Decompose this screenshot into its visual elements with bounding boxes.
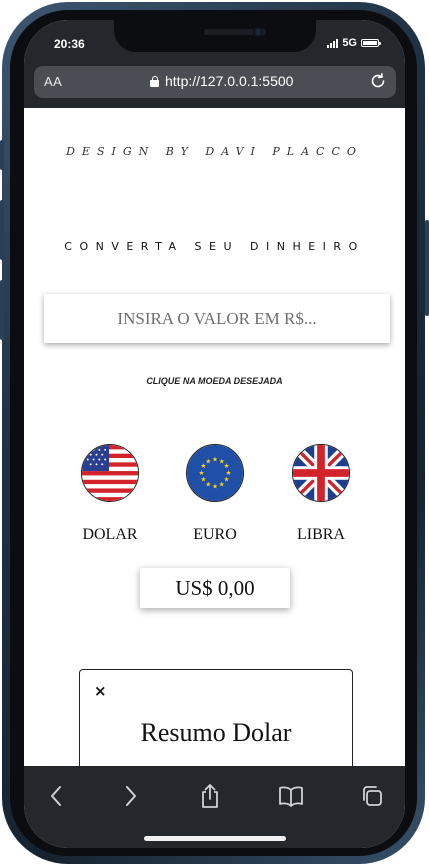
address-bar[interactable]: AA http://127.0.0.1:5500 — [34, 66, 396, 98]
web-page: DESIGN BY DAVI PLACCO CONVERTA SEU DINHE… — [24, 108, 405, 766]
url-text: http://127.0.0.1:5500 — [165, 73, 294, 89]
conversion-result: US$ 0,00 — [140, 568, 290, 608]
close-icon[interactable]: × — [94, 682, 107, 700]
battery-icon — [361, 39, 381, 47]
amount-input[interactable] — [44, 294, 390, 343]
eu-flag-icon[interactable]: ★ ★ ★ ★ ★ ★ ★ ★ ★ ★ ★ ★ — [186, 444, 244, 502]
summary-modal: × Resumo Dolar — [79, 669, 353, 766]
currency-euro-button[interactable]: ★ ★ ★ ★ ★ ★ ★ ★ ★ ★ ★ ★ EURO — [175, 444, 255, 544]
browser-top-bar: 20:36 5G AA http://127.0.0.1:5500 — [24, 20, 405, 108]
url-display[interactable]: http://127.0.0.1:5500 — [150, 73, 293, 89]
reload-icon[interactable] — [368, 71, 388, 96]
us-flag-icon[interactable] — [81, 444, 139, 502]
share-icon[interactable] — [196, 782, 224, 810]
currency-euro-label: EURO — [193, 526, 237, 543]
currency-libra-button[interactable]: LIBRA — [281, 444, 361, 544]
power-button — [425, 220, 429, 316]
svg-text:★: ★ — [212, 482, 218, 490]
volume-up-button — [0, 200, 4, 260]
notch — [114, 20, 316, 52]
back-icon[interactable] — [42, 782, 70, 810]
volume-down-button — [0, 280, 4, 340]
silent-switch — [0, 140, 4, 170]
currency-dolar-button[interactable]: DOLAR — [70, 444, 150, 544]
design-credit: DESIGN BY DAVI PLACCO — [66, 145, 363, 158]
currency-hint: CLIQUE NA MOEDA DESEJADA — [146, 376, 283, 386]
summary-title: Resumo Dolar — [140, 718, 292, 747]
svg-text:★: ★ — [205, 457, 211, 465]
text-size-button[interactable]: AA — [44, 74, 62, 89]
uk-flag-icon[interactable] — [292, 444, 350, 502]
signal-icon — [327, 38, 339, 48]
screen: 20:36 5G AA http://127.0.0.1:5500 DESIGN… — [24, 20, 405, 848]
status-indicators: 5G — [327, 37, 381, 49]
svg-text:★: ★ — [219, 481, 225, 489]
browser-bottom-toolbar — [24, 766, 405, 848]
home-indicator — [144, 836, 286, 841]
svg-text:★: ★ — [212, 455, 218, 463]
currency-dolar-label: DOLAR — [82, 526, 138, 543]
page-headline: CONVERTA SEU DINHEIRO — [64, 240, 365, 253]
front-camera — [253, 27, 263, 37]
bookmarks-icon[interactable] — [277, 782, 305, 810]
phone-frame: 20:36 5G AA http://127.0.0.1:5500 DESIGN… — [0, 0, 429, 868]
currency-libra-label: LIBRA — [297, 526, 345, 543]
tabs-icon[interactable] — [358, 782, 386, 810]
forward-icon[interactable] — [117, 782, 145, 810]
status-time: 20:36 — [54, 37, 85, 51]
lock-icon — [150, 75, 159, 87]
network-label: 5G — [342, 37, 357, 49]
